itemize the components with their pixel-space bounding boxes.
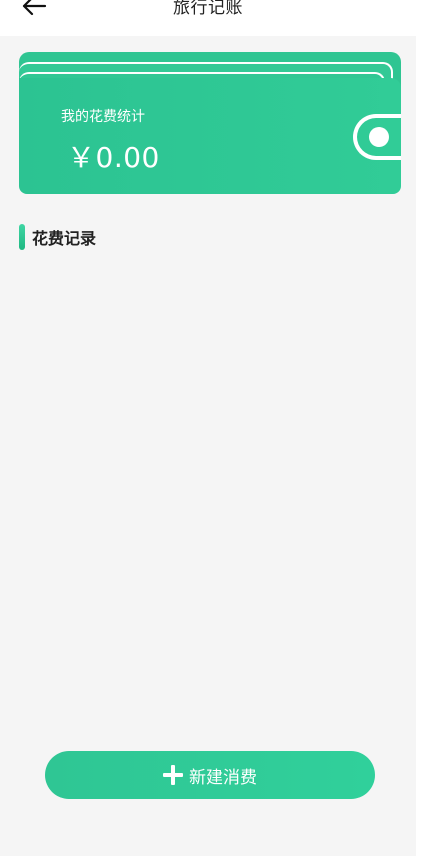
- page-title: 旅行记账: [173, 0, 243, 18]
- wallet-icon: [353, 114, 401, 160]
- spending-total-amount: ￥0.00: [67, 141, 160, 174]
- records-section-title: 花费记录: [32, 229, 97, 248]
- wallet-clasp-dot: [369, 127, 389, 147]
- add-expense-button[interactable]: 新建消费: [45, 751, 375, 799]
- spending-total-label: 我的花费统计: [61, 109, 145, 125]
- wallet-body: 我的花费统计 ￥0.00: [19, 78, 401, 194]
- wallet-summary-card: 我的花费统计 ￥0.00: [19, 52, 401, 194]
- page: 旅行记账 我的花费统计 ￥0.00 花费记录 新建消费: [0, 0, 423, 856]
- add-expense-label: 新建消费: [189, 767, 257, 788]
- top-bar: 旅行记账: [0, 0, 416, 36]
- records-section-header: 花费记录: [19, 224, 96, 250]
- section-accent-bar: [19, 224, 25, 250]
- plus-icon: [163, 765, 183, 785]
- scroll-edge: [416, 0, 423, 856]
